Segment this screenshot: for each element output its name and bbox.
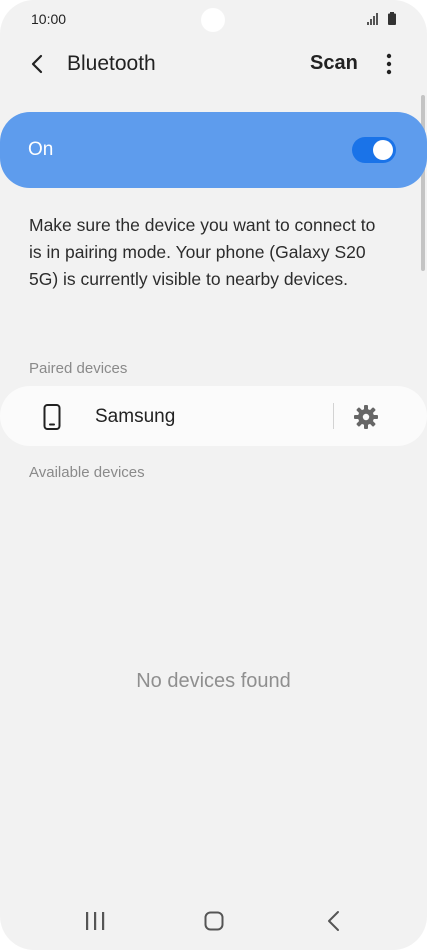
paired-device-row[interactable]: Samsung bbox=[0, 386, 427, 446]
phone-screen: 10:00 Bluetooth Scan On Make sure the de… bbox=[0, 0, 427, 950]
no-devices-message: No devices found bbox=[136, 670, 291, 692]
nav-back-icon[interactable] bbox=[326, 910, 342, 932]
scrollbar[interactable] bbox=[421, 95, 425, 271]
app-header: Bluetooth Scan bbox=[0, 42, 427, 88]
paired-devices-heading: Paired devices bbox=[29, 360, 128, 377]
bluetooth-state-label: On bbox=[28, 139, 54, 160]
bluetooth-master-switch[interactable]: On bbox=[0, 112, 427, 188]
divider bbox=[333, 403, 334, 429]
home-icon[interactable] bbox=[204, 911, 224, 931]
gear-icon[interactable] bbox=[353, 404, 379, 430]
status-time: 10:00 bbox=[31, 11, 67, 27]
signal-icon bbox=[367, 13, 378, 25]
back-icon[interactable] bbox=[26, 52, 50, 76]
pairing-description: Make sure the device you want to connect… bbox=[29, 215, 376, 289]
battery-icon bbox=[388, 12, 396, 25]
toggle-knob bbox=[373, 140, 393, 160]
device-name: Samsung bbox=[95, 406, 176, 427]
recent-apps-icon[interactable] bbox=[84, 912, 106, 930]
scan-button[interactable]: Scan bbox=[310, 52, 358, 75]
bluetooth-toggle[interactable] bbox=[352, 137, 396, 163]
navigation-bar bbox=[0, 890, 427, 950]
phone-icon bbox=[43, 404, 61, 430]
status-bar: 10:00 bbox=[0, 0, 427, 40]
more-options-icon[interactable] bbox=[379, 52, 399, 78]
page-title: Bluetooth bbox=[67, 52, 156, 75]
available-devices-heading: Available devices bbox=[29, 464, 145, 481]
front-camera-cutout bbox=[201, 8, 225, 32]
